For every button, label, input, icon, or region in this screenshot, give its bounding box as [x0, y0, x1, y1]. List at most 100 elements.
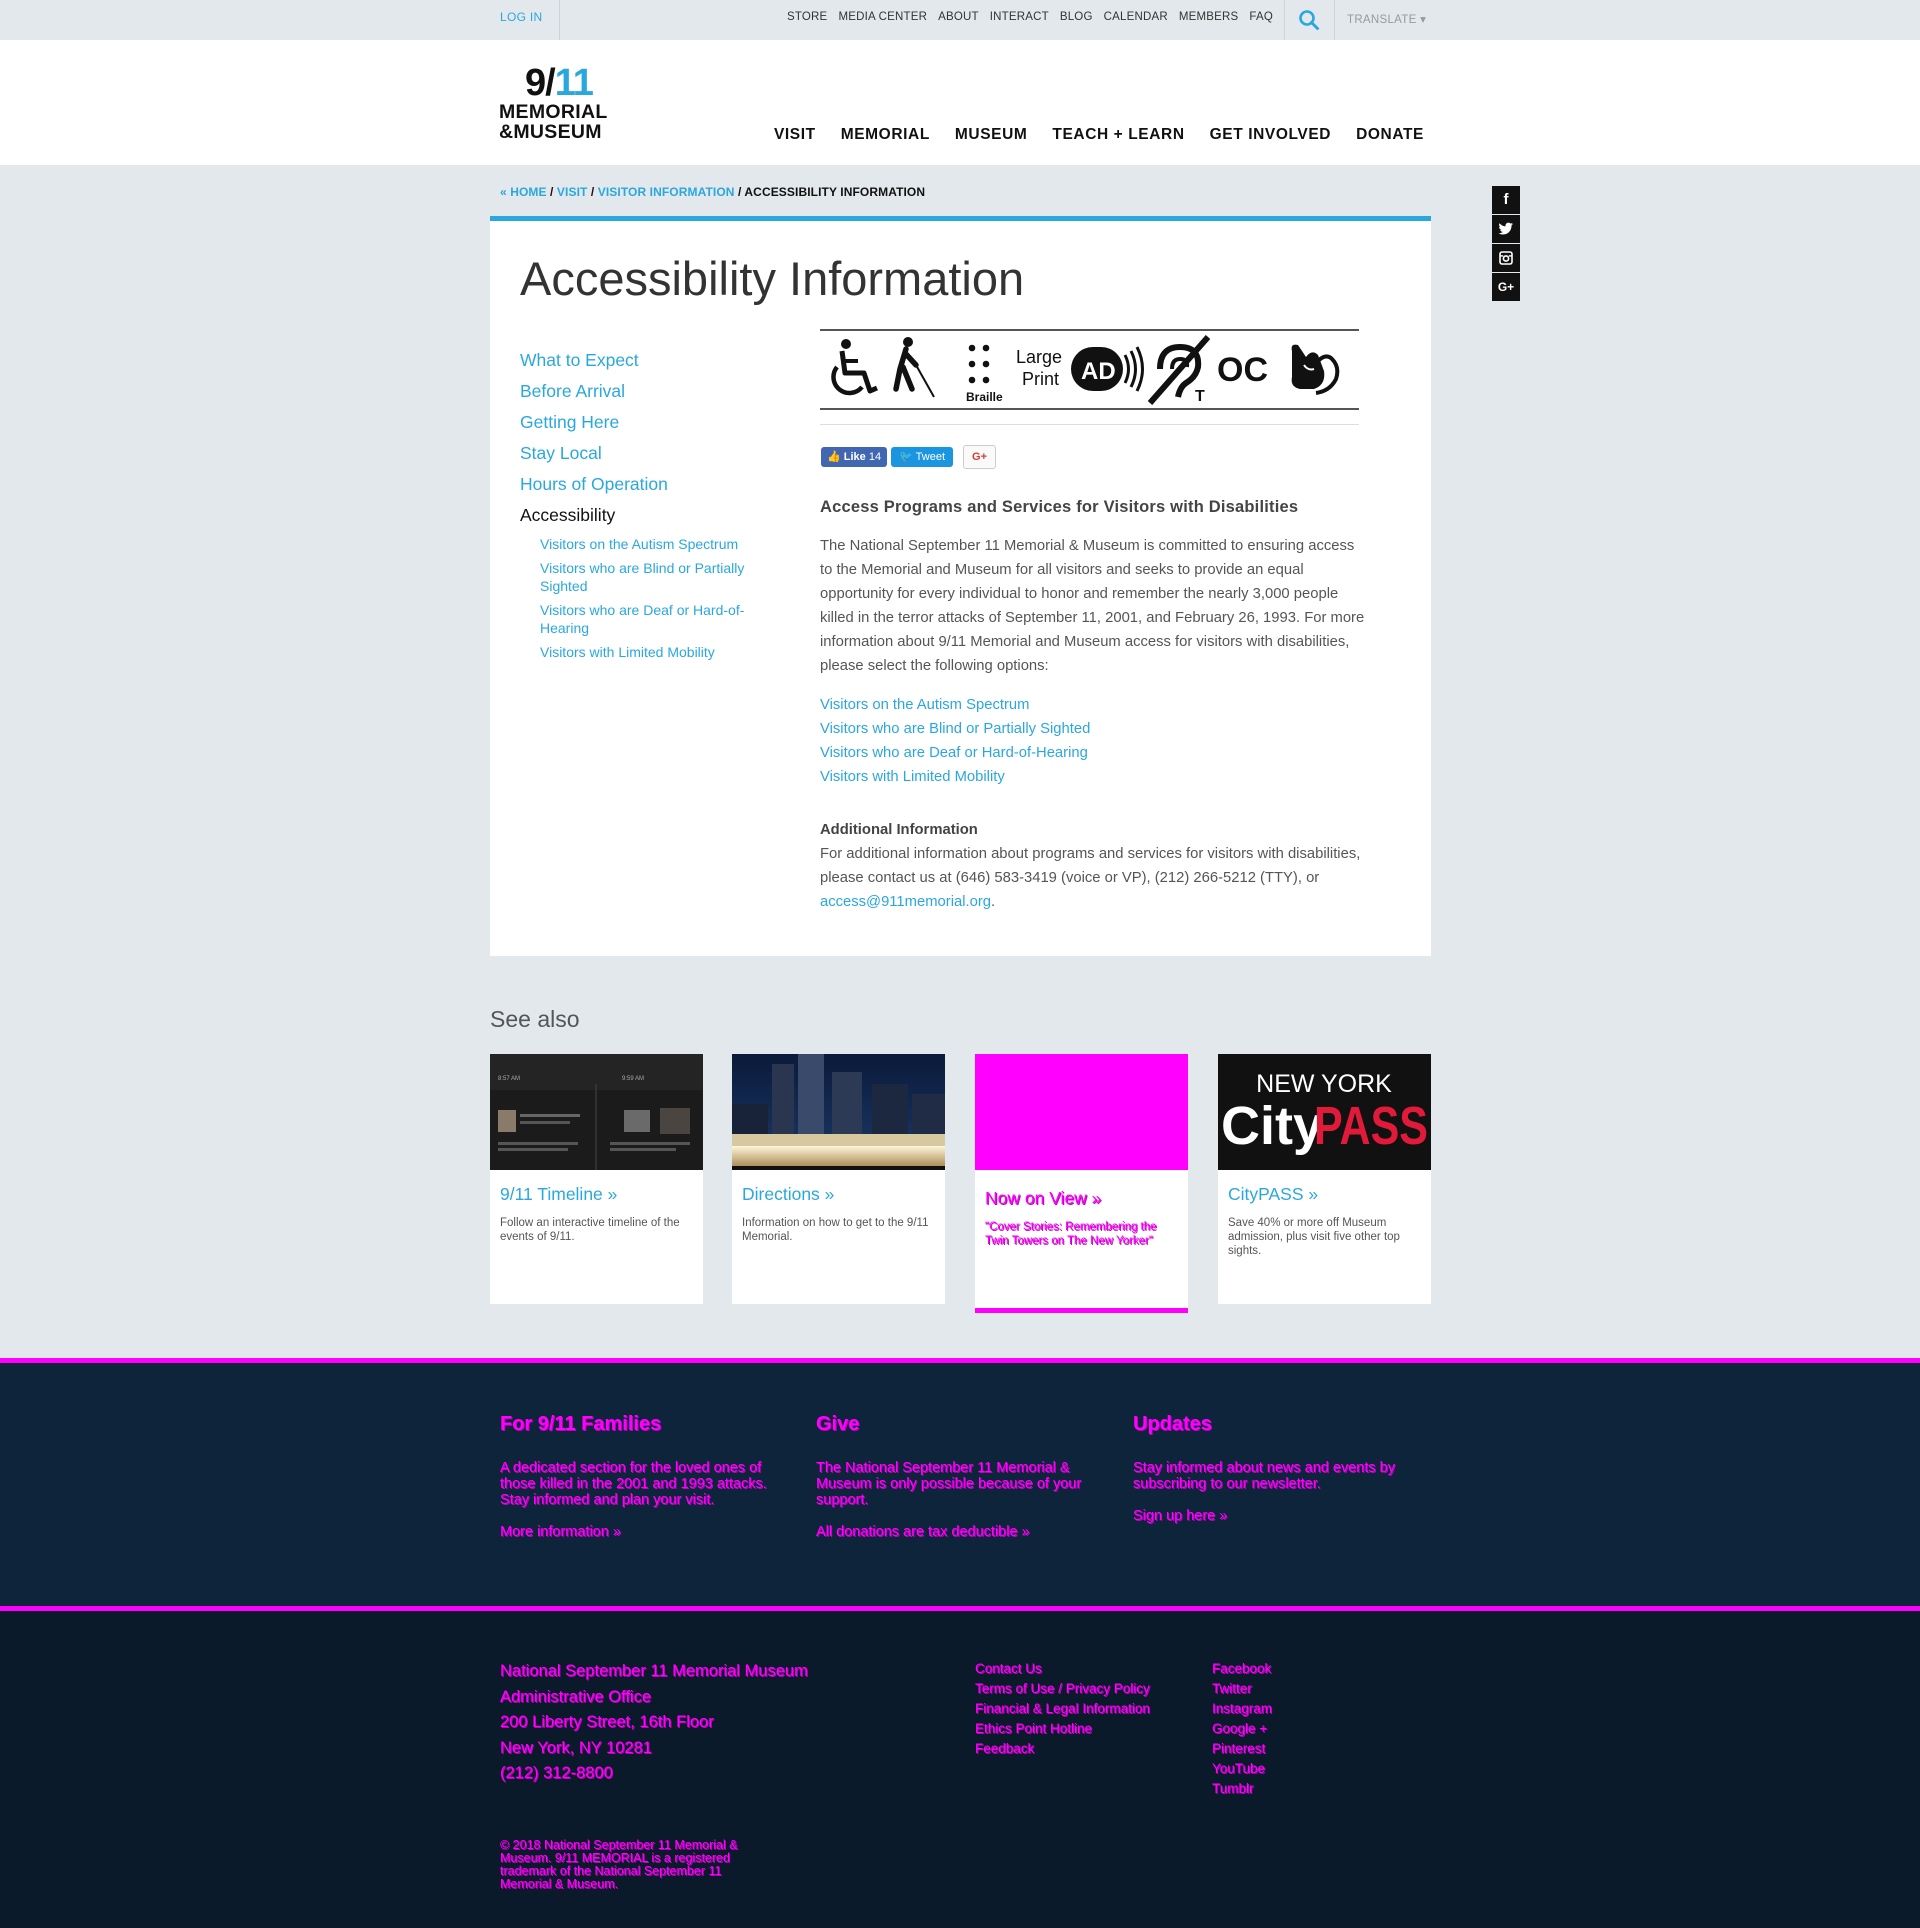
footer-col-updates: Updates Stay informed about news and eve… [1133, 1413, 1403, 1524]
tile-title[interactable]: Directions » [742, 1184, 834, 1205]
sidenav-getting-here[interactable]: Getting Here [520, 407, 780, 438]
sidenav-stay-local[interactable]: Stay Local [520, 438, 780, 469]
utility-link-store[interactable]: STORE [787, 11, 827, 23]
utility-link-media-center[interactable]: MEDIA CENTER [838, 11, 927, 23]
nav-visit[interactable]: VISIT [774, 126, 816, 144]
footer-col-body: The National September 11 Memorial & Mus… [816, 1460, 1082, 1508]
svg-text:Print: Print [1022, 369, 1059, 389]
option-autism[interactable]: Visitors on the Autism Spectrum [820, 693, 1365, 717]
utility-links: STORE MEDIA CENTER ABOUT INTERACT BLOG C… [776, 11, 1273, 23]
logo-line-museum: &MUSEUM [499, 121, 602, 143]
login-link[interactable]: LOG IN [500, 10, 542, 24]
svg-text:Braille: Braille [966, 390, 1003, 404]
nav-memorial[interactable]: MEMORIAL [841, 126, 930, 144]
utility-link-interact[interactable]: INTERACT [990, 11, 1049, 23]
footer-col-link[interactable]: Sign up here » [1133, 1508, 1403, 1524]
sidenav-sub-deaf[interactable]: Visitors who are Deaf or Hard-of-Hearing [540, 601, 780, 637]
footer-link-contact[interactable]: Contact Us [975, 1659, 1150, 1679]
content-card: Accessibility Information What to Expect… [490, 216, 1431, 956]
audio-description-icon: AD [1071, 346, 1144, 392]
footer-social-google-plus[interactable]: Google + [1212, 1719, 1272, 1739]
memorial-photo [732, 1054, 945, 1170]
sidenav-accessibility[interactable]: Accessibility [520, 500, 780, 531]
option-deaf[interactable]: Visitors who are Deaf or Hard-of-Hearing [820, 741, 1365, 765]
footer-social-facebook[interactable]: Facebook [1212, 1659, 1272, 1679]
nav-teach-learn[interactable]: TEACH + LEARN [1052, 126, 1184, 144]
footer-social-instagram[interactable]: Instagram [1212, 1699, 1272, 1719]
footer-link-feedback[interactable]: Feedback [975, 1739, 1150, 1759]
main-nav: VISIT MEMORIAL MUSEUM TEACH + LEARN GET … [749, 126, 1424, 144]
facebook-like-button[interactable]: 👍 Like 14 [821, 447, 888, 467]
sidenav-submenu: Visitors on the Autism Spectrum Visitors… [540, 535, 780, 661]
option-blind[interactable]: Visitors who are Blind or Partially Sigh… [820, 717, 1365, 741]
utility-link-blog[interactable]: BLOG [1060, 11, 1093, 23]
see-also-tile-directions[interactable]: Directions » Information on how to get t… [732, 1054, 945, 1304]
see-also-tile-citypass[interactable]: NEW YORK City PASS CityPASS » Save 40% o… [1218, 1054, 1431, 1304]
footer-link-ethics[interactable]: Ethics Point Hotline [975, 1719, 1150, 1739]
utility-bar: LOG IN STORE MEDIA CENTER ABOUT INTERACT… [0, 0, 1920, 40]
logo-number: 9/11 [525, 62, 594, 104]
see-also-tile-now-on-view[interactable]: Now on View » "Cover Stories: Rememberin… [975, 1054, 1188, 1313]
sidenav-hours-of-operation[interactable]: Hours of Operation [520, 469, 780, 500]
sidenav-sub-blind[interactable]: Visitors who are Blind or Partially Sigh… [540, 559, 780, 595]
footer-col-heading: Updates [1133, 1413, 1212, 1435]
google-plus-icon[interactable]: G+ [1492, 273, 1520, 301]
footer-col-body: A dedicated section for the loved ones o… [500, 1460, 767, 1508]
page-title: Accessibility Information [520, 252, 1025, 305]
footer-col-heading: For 9/11 Families [500, 1413, 662, 1435]
svg-text:PASS: PASS [1314, 1096, 1428, 1156]
tile-title[interactable]: CityPASS » [1228, 1184, 1318, 1205]
footer-social-links: Facebook Twitter Instagram Google + Pint… [1212, 1659, 1272, 1799]
footer-social-youtube[interactable]: YouTube [1212, 1759, 1272, 1779]
footer-social-pinterest[interactable]: Pinterest [1212, 1739, 1272, 1759]
utility-link-members[interactable]: MEMBERS [1179, 11, 1239, 23]
sidenav-sub-autism[interactable]: Visitors on the Autism Spectrum [540, 535, 780, 553]
svg-text:City: City [1221, 1096, 1323, 1156]
content-heading: Access Programs and Services for Visitor… [820, 498, 1299, 516]
tweet-button[interactable]: 🐦 Tweet [891, 447, 954, 467]
footer-link-terms[interactable]: Terms of Use / Privacy Policy [975, 1679, 1150, 1699]
breadcrumb-visit[interactable]: VISIT [557, 185, 588, 199]
nav-donate[interactable]: DONATE [1356, 126, 1424, 144]
utility-link-faq[interactable]: FAQ [1249, 11, 1273, 23]
site-logo[interactable]: 9/11 MEMORIAL &MUSEUM [498, 62, 618, 146]
nav-get-involved[interactable]: GET INVOLVED [1210, 126, 1331, 144]
footer-col-give: Give The National September 11 Memorial … [816, 1413, 1086, 1540]
facebook-icon[interactable]: f [1492, 186, 1520, 214]
breadcrumb-visitor-information[interactable]: VISITOR INFORMATION [598, 185, 735, 199]
instagram-icon[interactable] [1492, 244, 1520, 272]
footer-link-financial[interactable]: Financial & Legal Information [975, 1699, 1150, 1719]
breadcrumb: « HOME / VISIT / VISITOR INFORMATION / A… [500, 185, 926, 199]
footer-col-link[interactable]: More information » [500, 1524, 770, 1540]
tile-title[interactable]: Now on View » [985, 1188, 1101, 1209]
sidenav-sub-mobility[interactable]: Visitors with Limited Mobility [540, 643, 780, 661]
footer-social-twitter[interactable]: Twitter [1212, 1679, 1272, 1699]
sidenav-before-arrival[interactable]: Before Arrival [520, 376, 780, 407]
utility-link-calendar[interactable]: CALENDAR [1104, 11, 1168, 23]
site-header: 9/11 MEMORIAL &MUSEUM VISIT MEMORIAL MUS… [0, 40, 1920, 165]
option-mobility[interactable]: Visitors with Limited Mobility [820, 765, 1365, 789]
breadcrumb-home[interactable]: « HOME [500, 185, 547, 199]
large-print-icon: Large Print [1016, 347, 1062, 389]
footer-col-families: For 9/11 Families A dedicated section fo… [500, 1413, 770, 1540]
intro-paragraph: The National September 11 Memorial & Mus… [820, 538, 1365, 674]
tile-title[interactable]: 9/11 Timeline » [500, 1184, 617, 1205]
footer-col-link[interactable]: All donations are tax deductible » [816, 1524, 1086, 1540]
email-link[interactable]: access@911memorial.org [820, 894, 991, 910]
svg-text:AD: AD [1081, 358, 1116, 385]
sidenav-what-to-expect[interactable]: What to Expect [520, 345, 780, 376]
translate-dropdown[interactable]: TRANSLATE ▾ [1347, 12, 1426, 26]
now-on-view-thumbnail [975, 1054, 1188, 1170]
nav-museum[interactable]: MUSEUM [955, 126, 1028, 144]
main-content: Access Programs and Services for Visitor… [820, 498, 1365, 914]
svg-text:Large: Large [1016, 347, 1062, 367]
search-icon[interactable] [1298, 9, 1320, 31]
footer-social-tumblr[interactable]: Tumblr [1212, 1779, 1272, 1799]
google-plus-share-button[interactable]: G+ [963, 445, 996, 469]
see-also-tile-timeline[interactable]: 8:57 AM 9:59 AM 9/11 Timeline » Follow a… [490, 1054, 703, 1304]
footer-copyright: © 2018 National September 11 Memorial & … [500, 1838, 738, 1891]
utility-link-about[interactable]: ABOUT [938, 11, 979, 23]
section-sidenav: What to Expect Before Arrival Getting He… [520, 345, 780, 661]
open-caption-icon: OC [1217, 351, 1268, 389]
twitter-icon[interactable] [1492, 215, 1520, 243]
